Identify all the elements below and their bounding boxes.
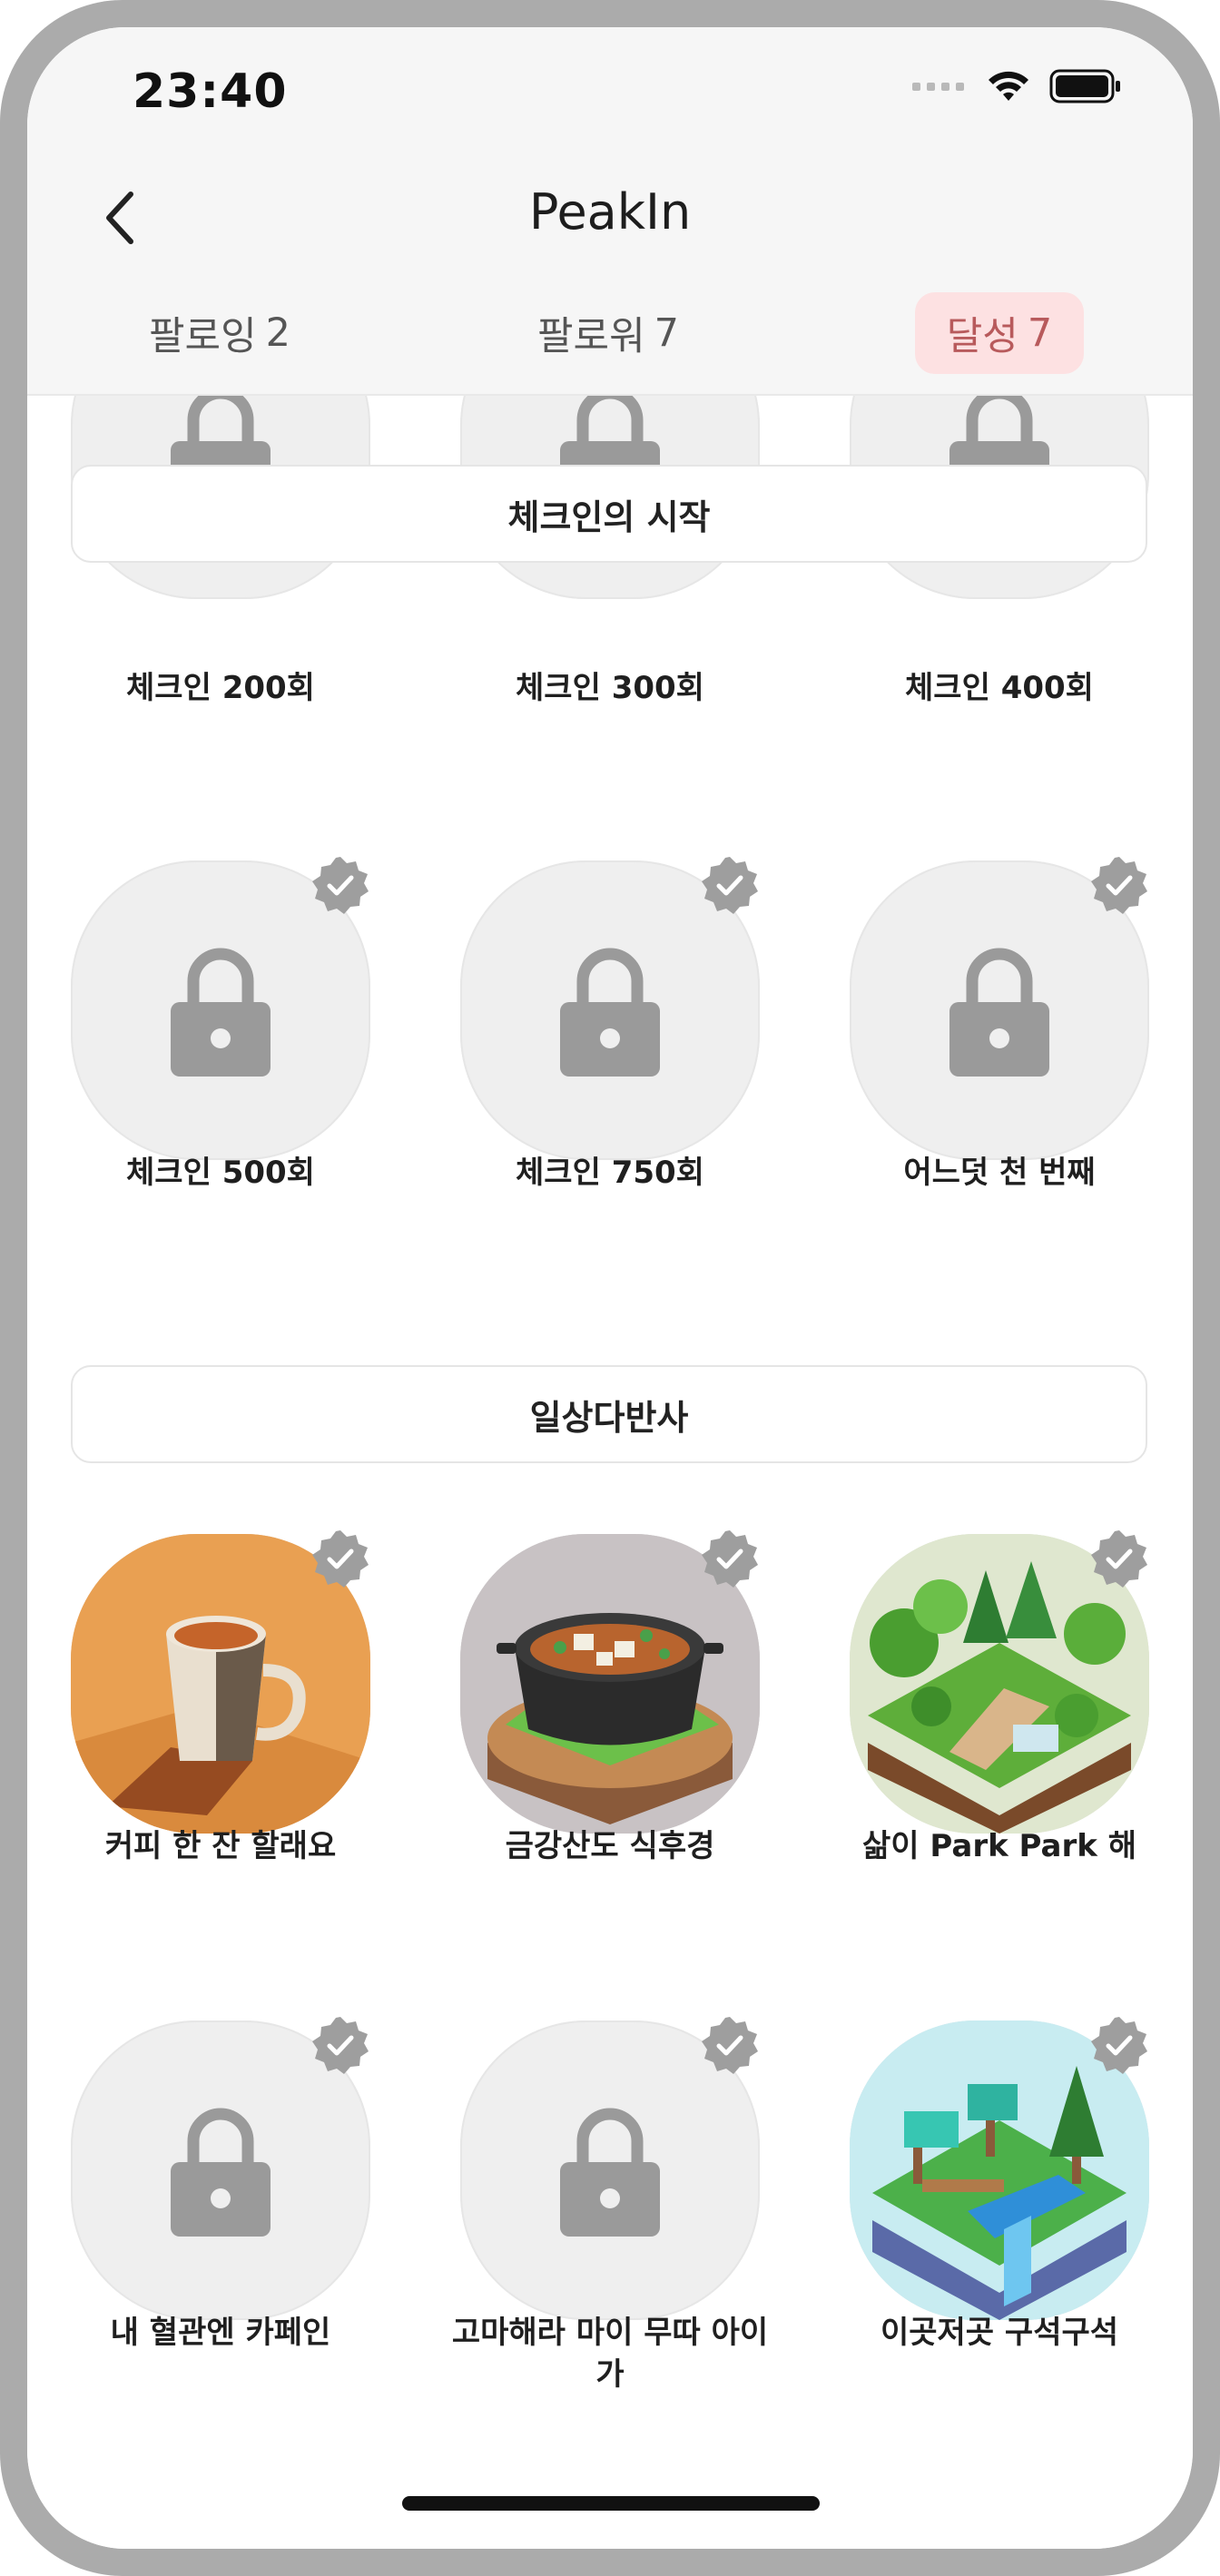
- badge-explore[interactable]: [850, 2017, 1149, 2320]
- tab-followers[interactable]: 팔로워 7: [517, 292, 699, 374]
- lock-icon: [560, 2108, 660, 2237]
- badge-label: 이곳저곳 구석구석: [880, 2315, 1119, 2351]
- badge-label: 삶이 Park Park 해: [861, 1828, 1136, 1864]
- wifi-icon: [989, 71, 1028, 101]
- badge-label: 체크인 750회: [516, 1155, 704, 1191]
- badge-label: 금강산도 식후경: [505, 1828, 715, 1864]
- battery-icon: [1049, 69, 1120, 103]
- badge-label: 체크인 200회: [126, 670, 315, 706]
- badge-label: 체크인 300회: [516, 670, 704, 706]
- page-title: PeakIn: [528, 183, 692, 241]
- status-icons: [912, 69, 1122, 103]
- home-indicator: [402, 2496, 820, 2511]
- verified-check-icon: [702, 2017, 758, 2074]
- verified-check-icon: [312, 2017, 369, 2074]
- cellular-signal-icon: [912, 82, 964, 91]
- tab-count: 7: [654, 310, 680, 356]
- lock-icon: [949, 948, 1049, 1077]
- badge-label: 고마해라 마이 무따 아이가: [451, 2315, 769, 2393]
- status-time: 23:40: [133, 64, 288, 119]
- badge-caffeine[interactable]: [71, 2017, 370, 2320]
- verified-check-icon: [702, 857, 758, 914]
- lock-icon: [560, 948, 660, 1077]
- lock-icon: [171, 2108, 271, 2237]
- verified-check-icon: [1091, 1530, 1147, 1588]
- tab-label: 팔로잉: [148, 314, 257, 359]
- tab-count: 2: [265, 310, 291, 356]
- badge-checkin-500[interactable]: [71, 857, 370, 1160]
- badge-label: 커피 한 잔 할래요: [104, 1828, 337, 1864]
- badge-checkin-1000[interactable]: [850, 857, 1149, 1160]
- tab-label: 달성: [946, 314, 1018, 359]
- badge-label: 체크인 400회: [905, 670, 1094, 706]
- tab-following[interactable]: 팔로잉 2: [129, 292, 310, 374]
- badge-label: 체크인 500회: [126, 1155, 315, 1191]
- tab-label: 팔로워: [536, 314, 645, 359]
- verified-check-icon: [702, 1530, 758, 1588]
- badge-label: 내 혈관엔 카페인: [110, 2315, 331, 2351]
- badge-stew[interactable]: [460, 1530, 760, 1834]
- verified-check-icon: [1091, 857, 1147, 914]
- screen: 23:40 PeakIn 팔로잉 2 팔로워 7 달성 7 체크인의 시작 체크…: [27, 27, 1193, 2549]
- badge-full[interactable]: [460, 2017, 760, 2320]
- section-header-daily: 일상다반사: [71, 1365, 1147, 1463]
- section-header-checkin: 체크인의 시작: [71, 465, 1147, 563]
- top-bar: 23:40 PeakIn 팔로잉 2 팔로워 7 달성 7: [27, 27, 1193, 396]
- device-frame: 23:40 PeakIn 팔로잉 2 팔로워 7 달성 7 체크인의 시작 체크…: [0, 0, 1220, 2576]
- badge-checkin-750[interactable]: [460, 857, 760, 1160]
- badge-label: 어느덧 천 번째: [903, 1155, 1096, 1191]
- profile-tabs: 팔로잉 2 팔로워 7 달성 7: [27, 292, 1193, 379]
- verified-check-icon: [312, 857, 369, 914]
- tab-count: 7: [1027, 310, 1053, 356]
- badge-park[interactable]: [850, 1530, 1149, 1834]
- tab-achievements[interactable]: 달성 7: [915, 292, 1084, 374]
- lock-icon: [171, 948, 271, 1077]
- achievements-list[interactable]: 체크인의 시작 체크인 200회 체크인 300회 체크인 400회 체크인 5…: [27, 396, 1193, 2549]
- verified-check-icon: [1091, 2017, 1147, 2074]
- badge-coffee[interactable]: [71, 1530, 370, 1834]
- verified-check-icon: [312, 1530, 369, 1588]
